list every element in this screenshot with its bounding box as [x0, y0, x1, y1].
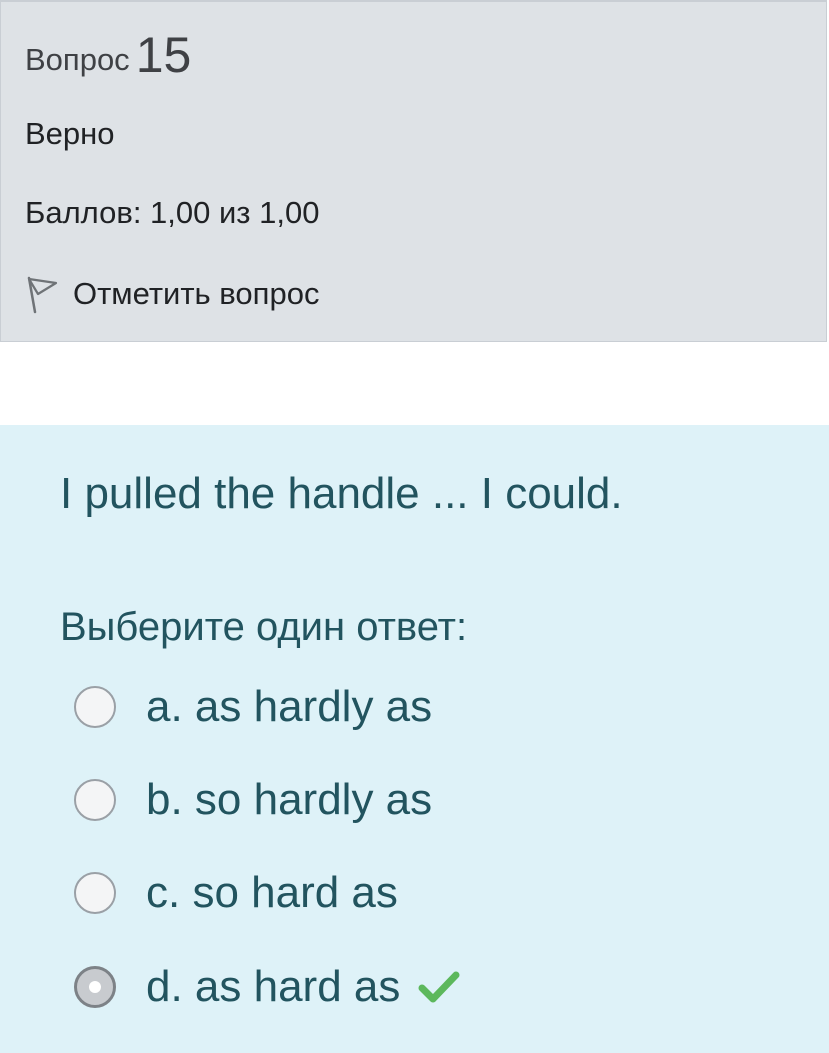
flag-icon	[27, 276, 58, 314]
answer-label: c. so hard as	[146, 868, 398, 917]
radio-button[interactable]	[74, 779, 116, 821]
radio-button[interactable]	[74, 872, 116, 914]
answer-option-b[interactable]: b. so hardly as	[74, 775, 432, 825]
answer-option-a[interactable]: a. as hardly as	[74, 682, 432, 732]
radio-button-selected[interactable]	[74, 966, 116, 1008]
flag-question-link[interactable]: Отметить вопрос	[25, 274, 319, 314]
question-number-heading: Вопрос 15	[25, 24, 192, 83]
flag-question-label: Отметить вопрос	[73, 276, 320, 311]
question-text: I pulled the handle ... I could.	[60, 469, 623, 518]
answer-label: b. so hardly as	[146, 775, 433, 824]
question-info-panel: Вопрос 15 Верно Баллов: 1,00 из 1,00 Отме…	[0, 0, 827, 342]
answer-option-d[interactable]: d. as hard as	[74, 962, 460, 1012]
question-state: Верно	[25, 116, 115, 151]
answer-option-c[interactable]: c. so hard as	[74, 868, 398, 918]
question-label: Вопрос	[25, 42, 130, 77]
question-content: I pulled the handle ... I could. Выберит…	[0, 425, 829, 1053]
answer-label: d. as hard as	[146, 962, 401, 1011]
checkmark-icon	[418, 971, 460, 1003]
answer-label: a. as hardly as	[146, 682, 433, 731]
question-grade: Баллов: 1,00 из 1,00	[25, 195, 320, 230]
answer-prompt: Выберите один ответ:	[60, 605, 468, 649]
question-number: 15	[135, 27, 192, 83]
radio-button[interactable]	[74, 686, 116, 728]
